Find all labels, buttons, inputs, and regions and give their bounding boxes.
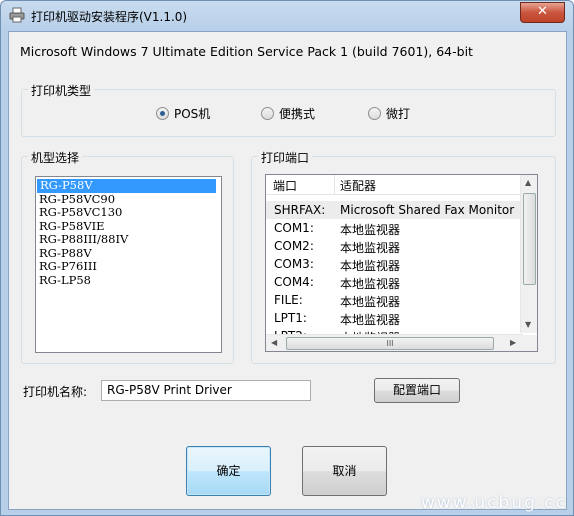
title-bar[interactable]: 打印机驱动安装程序(V1.1.0) ✕ <box>1 1 573 31</box>
model-select-label: 机型选择 <box>28 149 83 166</box>
port-listview[interactable]: 端口 适配器 SHRFAX: Microsoft Shared Fax Moni… <box>265 174 538 352</box>
port-cell: COM2: <box>274 239 314 253</box>
table-row[interactable]: COM4: 本地监视器 <box>266 273 523 291</box>
watermark: www.ucbug.cc <box>420 493 567 513</box>
vertical-scrollbar[interactable]: ▲ ▼ <box>520 175 537 333</box>
printer-port-label: 打印端口 <box>258 149 313 166</box>
scroll-down-icon[interactable]: ▼ <box>525 320 531 329</box>
scroll-right-icon[interactable]: ▶ <box>510 338 516 347</box>
list-item[interactable]: RG-P58VIE <box>36 219 221 234</box>
scroll-up-icon[interactable]: ▲ <box>525 178 531 187</box>
vertical-scroll-thumb[interactable] <box>523 193 536 285</box>
radio-portable-dot[interactable] <box>261 107 274 120</box>
table-row[interactable]: SHRFAX: Microsoft Shared Fax Monitor <box>266 201 523 219</box>
model-listbox[interactable]: RG-P58V RG-P58VC90 RG-P58VC130 RG-P58VIE… <box>35 176 222 353</box>
adapter-cell: 本地监视器 <box>340 277 401 291</box>
os-info-text: Microsoft Windows 7 Ultimate Edition Ser… <box>20 44 473 59</box>
radio-pos-label: POS机 <box>174 107 211 121</box>
list-item[interactable]: RG-P58VC90 <box>36 192 221 207</box>
radio-portable-label: 便携式 <box>279 107 316 121</box>
printer-icon <box>9 7 25 23</box>
ok-button[interactable]: 确定 <box>186 446 271 496</box>
horizontal-scrollbar[interactable]: ◀ III ▶ <box>266 334 523 351</box>
port-list-header: 端口 适配器 <box>266 175 523 195</box>
table-row[interactable]: COM2: 本地监视器 <box>266 237 523 255</box>
table-row[interactable]: COM1: 本地监视器 <box>266 219 523 237</box>
table-row[interactable]: LPT1: 本地监视器 <box>266 309 523 327</box>
horizontal-scroll-thumb[interactable]: III <box>286 337 494 350</box>
adapter-cell: 本地监视器 <box>340 223 401 237</box>
adapter-cell: Microsoft Shared Fax Monitor <box>340 203 515 217</box>
radio-pos-dot[interactable] <box>156 107 169 120</box>
close-icon: ✕ <box>537 4 548 19</box>
list-item[interactable]: RG-P58V <box>37 178 216 193</box>
list-item[interactable]: RG-P76III <box>36 259 221 274</box>
printer-name-input[interactable]: RG-P58V Print Driver <box>101 380 311 401</box>
column-header-port[interactable]: 端口 <box>273 177 297 194</box>
table-row[interactable]: FILE: 本地监视器 <box>266 291 523 309</box>
cancel-button[interactable]: 取消 <box>302 446 387 496</box>
list-item[interactable]: RG-P88V <box>36 246 221 261</box>
port-cell: COM1: <box>274 221 314 235</box>
dialog-client-area: Microsoft Windows 7 Ultimate Edition Ser… <box>8 31 567 510</box>
scrollbar-corner <box>521 335 537 351</box>
port-cell: COM4: <box>274 275 314 289</box>
column-header-adapter[interactable]: 适配器 <box>340 177 376 194</box>
close-button[interactable]: ✕ <box>520 2 565 23</box>
printer-type-label: 打印机类型 <box>28 82 95 99</box>
printer-name-label: 打印机名称: <box>23 385 88 399</box>
radio-micro-dot[interactable] <box>368 107 381 120</box>
scroll-left-icon[interactable]: ◀ <box>271 338 277 347</box>
column-divider[interactable] <box>334 175 335 194</box>
adapter-cell: 本地监视器 <box>340 259 401 273</box>
table-row[interactable]: COM3: 本地监视器 <box>266 255 523 273</box>
installer-window: 打印机驱动安装程序(V1.1.0) ✕ Microsoft Windows 7 … <box>0 0 574 516</box>
port-cell: COM3: <box>274 257 314 271</box>
window-title: 打印机驱动安装程序(V1.1.0) <box>31 10 188 24</box>
config-port-button[interactable]: 配置端口 <box>374 378 460 403</box>
adapter-cell: 本地监视器 <box>340 313 401 327</box>
list-item[interactable]: RG-LP58 <box>36 273 221 288</box>
scroll-grip: III <box>386 339 394 348</box>
radio-micro[interactable]: 微打 <box>368 105 410 121</box>
list-item[interactable]: RG-P58VC130 <box>36 205 221 220</box>
radio-micro-label: 微打 <box>386 107 411 121</box>
adapter-cell: 本地监视器 <box>340 241 401 255</box>
port-cell: FILE: <box>274 293 303 307</box>
port-cell: SHRFAX: <box>274 203 326 217</box>
radio-pos[interactable]: POS机 <box>156 105 210 121</box>
radio-portable[interactable]: 便携式 <box>261 105 315 121</box>
port-cell: LPT1: <box>274 311 307 325</box>
list-item[interactable]: RG-P88III/88IV <box>36 232 221 247</box>
adapter-cell: 本地监视器 <box>340 295 401 309</box>
